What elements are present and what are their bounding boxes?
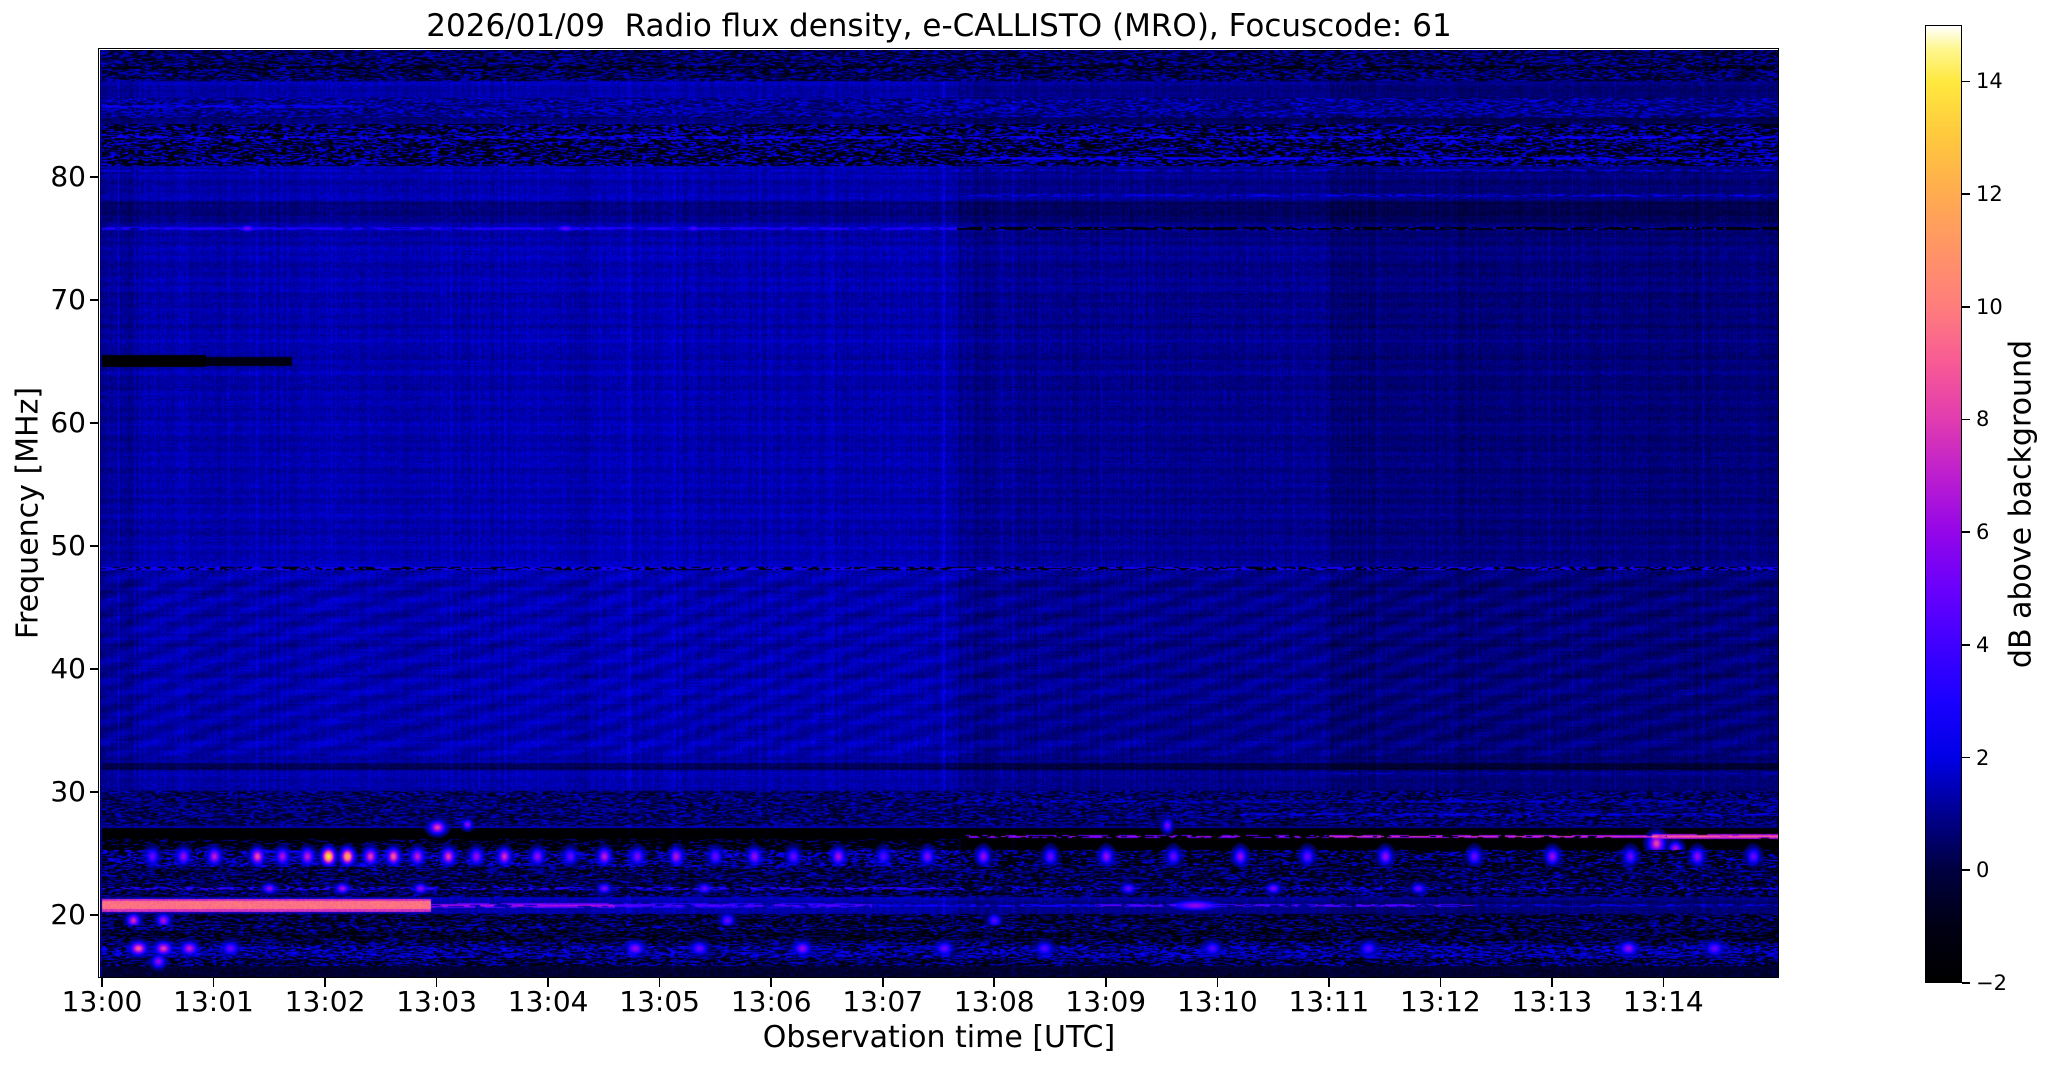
y-tick-label: 20: [50, 898, 86, 932]
x-tick-label: 13:04: [507, 985, 589, 1018]
y-tick-label: 50: [50, 529, 86, 563]
colorbar-tick-label: 2: [1976, 745, 1990, 770]
colorbar-tick-mark: [1962, 193, 1970, 195]
y-tick-mark: [90, 176, 99, 178]
x-tick-label: 13:12: [1400, 985, 1481, 1018]
y-tick-label: 40: [50, 652, 86, 686]
y-tick-label: 60: [50, 406, 86, 440]
colorbar-gradient: [1925, 25, 1962, 983]
y-tick-mark: [90, 914, 99, 917]
y-tick-label: 70: [50, 283, 86, 317]
colorbar-tick-label: 10: [1976, 294, 2003, 319]
colorbar-tick-label: 12: [1976, 182, 2003, 207]
y-tick-label: 80: [50, 159, 86, 193]
chart-title: 2026/01/09 Radio flux density, e-CALLIST…: [426, 8, 1452, 44]
x-tick-label: 13:01: [173, 985, 254, 1018]
y-tick-mark: [90, 545, 99, 547]
x-tick-label: 13:00: [61, 985, 143, 1018]
y-tick-label: 30: [50, 775, 86, 809]
colorbar-tick-mark: [1962, 305, 1970, 308]
y-tick-mark: [90, 299, 99, 301]
x-tick-label: 13:10: [1176, 985, 1258, 1018]
colorbar-label: dB above background: [2003, 339, 2039, 669]
y-tick-mark: [90, 422, 99, 424]
colorbar-tick-mark: [1962, 531, 1970, 533]
x-tick-label: 13:09: [1065, 985, 1147, 1018]
colorbar-tick-label: 4: [1976, 632, 1990, 657]
colorbar-tick-label: 0: [1976, 858, 1990, 883]
x-tick-label: 13:06: [730, 985, 812, 1018]
spectrogram-canvas: [100, 50, 1778, 977]
colorbar-tick-label: 8: [1976, 407, 1990, 432]
x-tick-label: 13:13: [1511, 985, 1593, 1018]
colorbar-tick-mark: [1962, 869, 1970, 872]
x-tick-label: 13:07: [842, 985, 924, 1018]
x-tick-label: 13:08: [953, 985, 1035, 1018]
x-tick-label: 13:14: [1623, 985, 1704, 1018]
x-tick-label: 13:05: [619, 985, 700, 1018]
colorbar-tick-mark: [1962, 644, 1970, 646]
colorbar-tick-mark: [1962, 756, 1970, 759]
y-tick-mark: [90, 791, 99, 793]
colorbar-tick-label: −2: [1976, 971, 2007, 995]
x-tick-label: 13:11: [1288, 985, 1370, 1018]
spectrogram-figure: { "title": "2026/01/09 Radio flux densit…: [0, 0, 2047, 1067]
colorbar-tick-mark: [1962, 80, 1970, 83]
colorbar-tick-mark: [1962, 418, 1970, 421]
x-axis-label: Observation time [UTC]: [762, 1020, 1116, 1055]
x-tick-label: 13:03: [396, 985, 477, 1018]
x-tick-label: 13:02: [284, 985, 366, 1018]
colorbar-tick-mark: [1962, 982, 1970, 984]
colorbar-tick-label: 6: [1976, 520, 1990, 545]
colorbar-tick-label: 14: [1976, 69, 2003, 94]
y-tick-mark: [90, 668, 99, 670]
